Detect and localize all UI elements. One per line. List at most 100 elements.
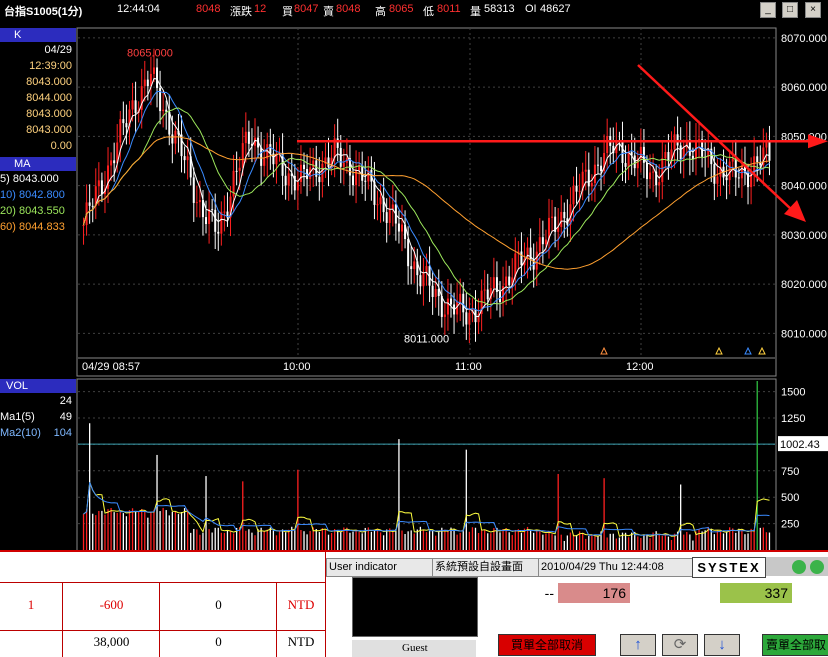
user-indicator-tab[interactable]: User indicator xyxy=(326,558,434,577)
candle-body xyxy=(165,109,168,112)
candle-body xyxy=(664,152,667,159)
candle-body xyxy=(520,251,523,266)
candle-body xyxy=(658,182,661,186)
candle-body xyxy=(260,147,263,166)
candle-body xyxy=(385,212,388,223)
candle-body xyxy=(143,79,146,87)
candle-body xyxy=(312,160,315,168)
candle-body xyxy=(342,162,345,167)
candle-body xyxy=(575,185,578,192)
candle-body xyxy=(765,142,768,148)
candle-body xyxy=(146,79,149,87)
candle-body xyxy=(208,209,211,225)
candle-body xyxy=(287,173,290,186)
candle-body xyxy=(401,224,404,232)
candle-body xyxy=(410,266,413,270)
volume-tick-label: 1500 xyxy=(781,387,805,399)
volume-tick-label: 500 xyxy=(781,492,799,504)
candle-body xyxy=(560,211,563,228)
candle-body xyxy=(284,175,287,186)
candle-body xyxy=(443,314,446,317)
candle-body xyxy=(456,301,459,315)
cancel-all-sell-button[interactable]: 賣單全部取 xyxy=(762,634,828,656)
cancel-all-buy-button[interactable]: 買單全部取消 xyxy=(498,634,596,656)
candle-body xyxy=(152,67,155,74)
candle-body xyxy=(544,239,547,245)
candle-body xyxy=(587,169,590,187)
candle-body xyxy=(214,209,217,232)
candle-body xyxy=(446,298,449,315)
candle-body xyxy=(649,172,652,180)
ask-qty: 337 xyxy=(720,583,792,603)
candle-body xyxy=(134,100,137,114)
candle-body xyxy=(676,134,679,146)
candle-body xyxy=(596,164,599,166)
candle-body xyxy=(303,164,306,169)
candle-body xyxy=(468,312,471,325)
green-status-icon xyxy=(792,560,806,574)
candle-body xyxy=(593,164,596,184)
candle-body xyxy=(624,163,627,167)
up-arrow-button[interactable]: ↑ xyxy=(620,634,656,656)
candle-body xyxy=(584,169,587,172)
candle-body xyxy=(122,119,125,124)
green-status-icon xyxy=(810,560,824,574)
col-divider xyxy=(276,583,277,657)
status-indicators xyxy=(766,557,828,576)
candle-body xyxy=(223,211,226,213)
guest-label: Guest xyxy=(352,640,476,657)
volume-tick-label: 750 xyxy=(781,466,799,478)
candle-body xyxy=(131,100,134,110)
refresh-button[interactable]: ⟳ xyxy=(662,634,698,656)
candle-body xyxy=(652,171,655,173)
candle-body xyxy=(364,180,367,182)
row2-col2: 38,000 xyxy=(93,634,130,649)
candle-body xyxy=(578,190,581,192)
candle-body xyxy=(388,209,391,223)
price-tick-label: 8040.000 xyxy=(781,181,827,193)
candle-body xyxy=(541,237,544,245)
candle-body xyxy=(235,170,238,172)
candle-body xyxy=(269,144,272,154)
candle-body xyxy=(336,138,339,148)
candle-body xyxy=(205,217,208,225)
candle-body xyxy=(407,239,410,267)
bid-qty: 176 xyxy=(558,583,630,603)
candle-body xyxy=(462,293,465,313)
candle-body xyxy=(195,202,198,204)
candle-body xyxy=(563,211,566,219)
price-axis-ticks: 8070.0008060.0008050.0008040.0008030.000… xyxy=(781,33,827,341)
candle-body xyxy=(156,67,159,88)
candle-body xyxy=(621,140,624,164)
candle-body xyxy=(600,165,603,172)
col-divider xyxy=(62,583,63,657)
candle-body xyxy=(299,164,302,182)
candle-body xyxy=(449,298,452,305)
price-tick-label: 8060.000 xyxy=(781,82,827,94)
down-arrow-button[interactable]: ↓ xyxy=(704,634,740,656)
guest-display xyxy=(352,577,478,637)
default-screen-tab[interactable]: 系統預設自設畫面 xyxy=(432,558,540,577)
candle-body xyxy=(352,175,355,186)
candle-body xyxy=(238,167,241,172)
candle-body xyxy=(679,145,682,160)
candle-body xyxy=(737,177,740,179)
candle-body xyxy=(606,136,609,153)
low-annotation: 8011.000 xyxy=(404,333,449,345)
candle-body xyxy=(217,231,220,234)
row1-col2: -600 xyxy=(99,597,124,612)
candle-body xyxy=(88,202,91,206)
candle-body xyxy=(263,158,266,166)
candle-body xyxy=(422,272,425,287)
candle-body xyxy=(508,276,511,286)
price-tick-label: 8020.000 xyxy=(781,279,827,291)
candle-body xyxy=(379,197,382,205)
candle-body xyxy=(110,160,113,166)
candle-body xyxy=(492,277,495,289)
chart-area[interactable]: 8070.0008060.0008050.0008040.0008030.000… xyxy=(0,0,828,552)
volume-tick-label: 250 xyxy=(781,519,799,531)
candle-body xyxy=(162,109,165,112)
price-tick-label: 8070.000 xyxy=(781,33,827,45)
candle-body xyxy=(171,134,174,144)
price-tick-label: 8030.000 xyxy=(781,230,827,242)
